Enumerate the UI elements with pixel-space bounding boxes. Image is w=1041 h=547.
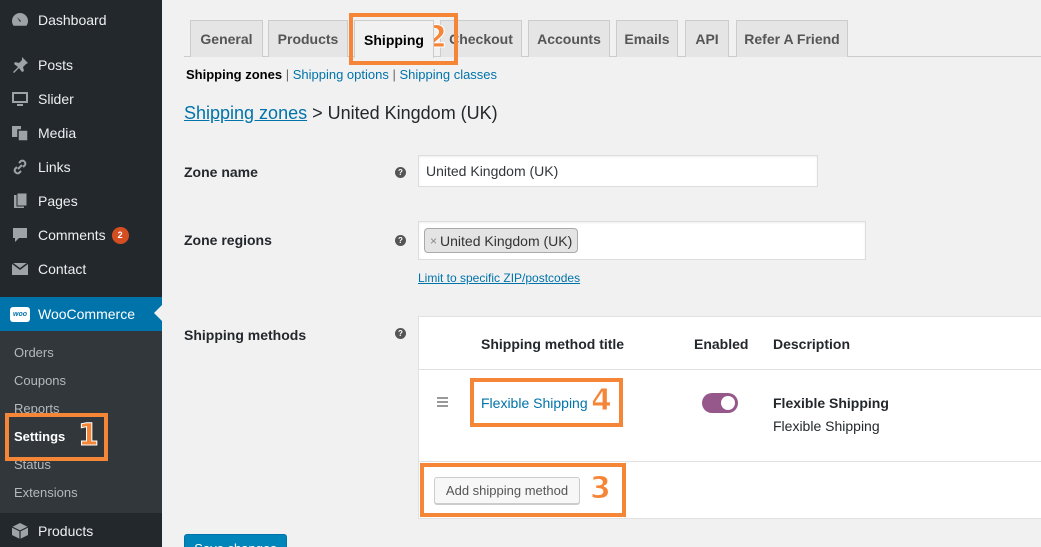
menu-posts[interactable]: Posts <box>0 48 162 82</box>
menu-links[interactable]: Links <box>0 150 162 184</box>
method-description-title: Flexible Shipping <box>773 395 889 411</box>
shipping-methods-table: Shipping method title Enabled Descriptio… <box>418 316 1041 519</box>
flexible-shipping-link[interactable]: Flexible Shipping <box>481 395 588 411</box>
menu-woocommerce[interactable]: woo WooCommerce <box>0 297 162 331</box>
pages-icon <box>10 191 30 211</box>
woo-icon: woo <box>10 304 30 324</box>
save-changes-button[interactable]: Save changes <box>184 534 287 547</box>
column-header-description: Description <box>773 336 851 352</box>
box-icon <box>10 521 30 541</box>
shipping-methods-label: Shipping methods <box>184 327 307 343</box>
divider <box>419 461 1041 462</box>
divider <box>419 369 1041 370</box>
add-shipping-method-button[interactable]: Add shipping method <box>434 477 580 504</box>
tab-checkout[interactable]: Checkout <box>440 20 522 57</box>
region-chip: × United Kingdom (UK) <box>424 228 579 253</box>
menu-label: Posts <box>38 57 74 73</box>
submenu-extensions[interactable]: Extensions <box>14 485 78 500</box>
zone-regions-select[interactable]: × United Kingdom (UK) <box>418 221 866 260</box>
mail-icon <box>10 259 30 279</box>
menu-label: Pages <box>38 193 78 209</box>
menu-pages[interactable]: Pages <box>0 184 162 218</box>
method-description: Flexible Shipping <box>773 418 880 434</box>
link-icon <box>10 157 30 177</box>
tab-shipping[interactable]: Shipping <box>354 20 434 58</box>
menu-label: Slider <box>38 91 74 107</box>
enabled-toggle[interactable] <box>702 393 738 413</box>
menu-contact[interactable]: Contact <box>0 252 162 286</box>
menu-label: Links <box>38 159 71 175</box>
subnav-shipping-options[interactable]: Shipping options <box>293 67 389 82</box>
submenu-status[interactable]: Status <box>14 457 51 472</box>
tab-products[interactable]: Products <box>268 20 348 57</box>
tab-emails[interactable]: Emails <box>616 20 678 57</box>
menu-dashboard[interactable]: Dashboard <box>0 3 162 37</box>
column-header-enabled: Enabled <box>694 336 749 352</box>
menu-comments[interactable]: Comments 2 <box>0 218 162 252</box>
menu-label: Comments <box>38 227 106 243</box>
tab-general[interactable]: General <box>190 20 263 57</box>
help-icon[interactable]: ? <box>395 235 406 246</box>
media-icon <box>10 123 30 143</box>
menu-products[interactable]: Products <box>0 514 162 547</box>
admin-sidebar: Dashboard Posts Slider Media Links Pages <box>0 0 162 547</box>
limit-zip-postcodes-link[interactable]: Limit to specific ZIP/postcodes <box>418 271 580 285</box>
tab-refer-a-friend[interactable]: Refer A Friend <box>736 20 848 57</box>
comment-icon <box>10 225 30 245</box>
remove-chip-icon[interactable]: × <box>430 234 437 248</box>
zone-regions-label: Zone regions <box>184 232 272 248</box>
submenu-coupons[interactable]: Coupons <box>14 373 66 388</box>
comment-count-badge: 2 <box>111 226 129 244</box>
menu-label: Contact <box>38 261 87 277</box>
zone-name-input[interactable]: United Kingdom (UK) <box>418 155 818 187</box>
help-icon[interactable]: ? <box>395 328 406 339</box>
pin-icon <box>10 55 30 75</box>
woocommerce-submenu: Orders Coupons Reports Settings Status E… <box>0 331 162 513</box>
menu-label: WooCommerce <box>38 306 135 322</box>
menu-label: Products <box>38 523 94 539</box>
subnav-separator: | <box>392 67 396 82</box>
drag-handle-icon[interactable] <box>437 397 448 409</box>
zone-name-value: United Kingdom (UK) <box>426 163 559 179</box>
submenu-reports[interactable]: Reports <box>14 401 60 416</box>
submenu-settings[interactable]: Settings <box>14 429 65 444</box>
menu-slider[interactable]: Slider <box>0 82 162 116</box>
subnav-shipping-classes[interactable]: Shipping classes <box>399 67 497 82</box>
submenu-orders[interactable]: Orders <box>14 345 54 360</box>
region-chip-label: United Kingdom (UK) <box>440 232 573 249</box>
subnav-separator: | <box>285 67 290 82</box>
zone-name-label: Zone name <box>184 164 258 180</box>
menu-media[interactable]: Media <box>0 116 162 150</box>
breadcrumb-shipping-zones-link[interactable]: Shipping zones <box>184 103 307 123</box>
shipping-subnav: Shipping zones | Shipping options | Ship… <box>186 67 497 82</box>
menu-label: Dashboard <box>38 12 107 28</box>
page-title: Shipping zones > United Kingdom (UK) <box>184 103 498 124</box>
tab-api[interactable]: API <box>685 20 729 57</box>
dashboard-icon <box>10 10 30 30</box>
help-icon[interactable]: ? <box>395 167 406 178</box>
menu-label: Media <box>38 125 77 141</box>
column-header-title: Shipping method title <box>481 336 625 352</box>
breadcrumb-current: > United Kingdom (UK) <box>307 103 498 123</box>
tab-accounts[interactable]: Accounts <box>528 20 610 57</box>
monitor-icon <box>10 89 30 109</box>
subnav-shipping-zones[interactable]: Shipping zones <box>186 67 282 82</box>
